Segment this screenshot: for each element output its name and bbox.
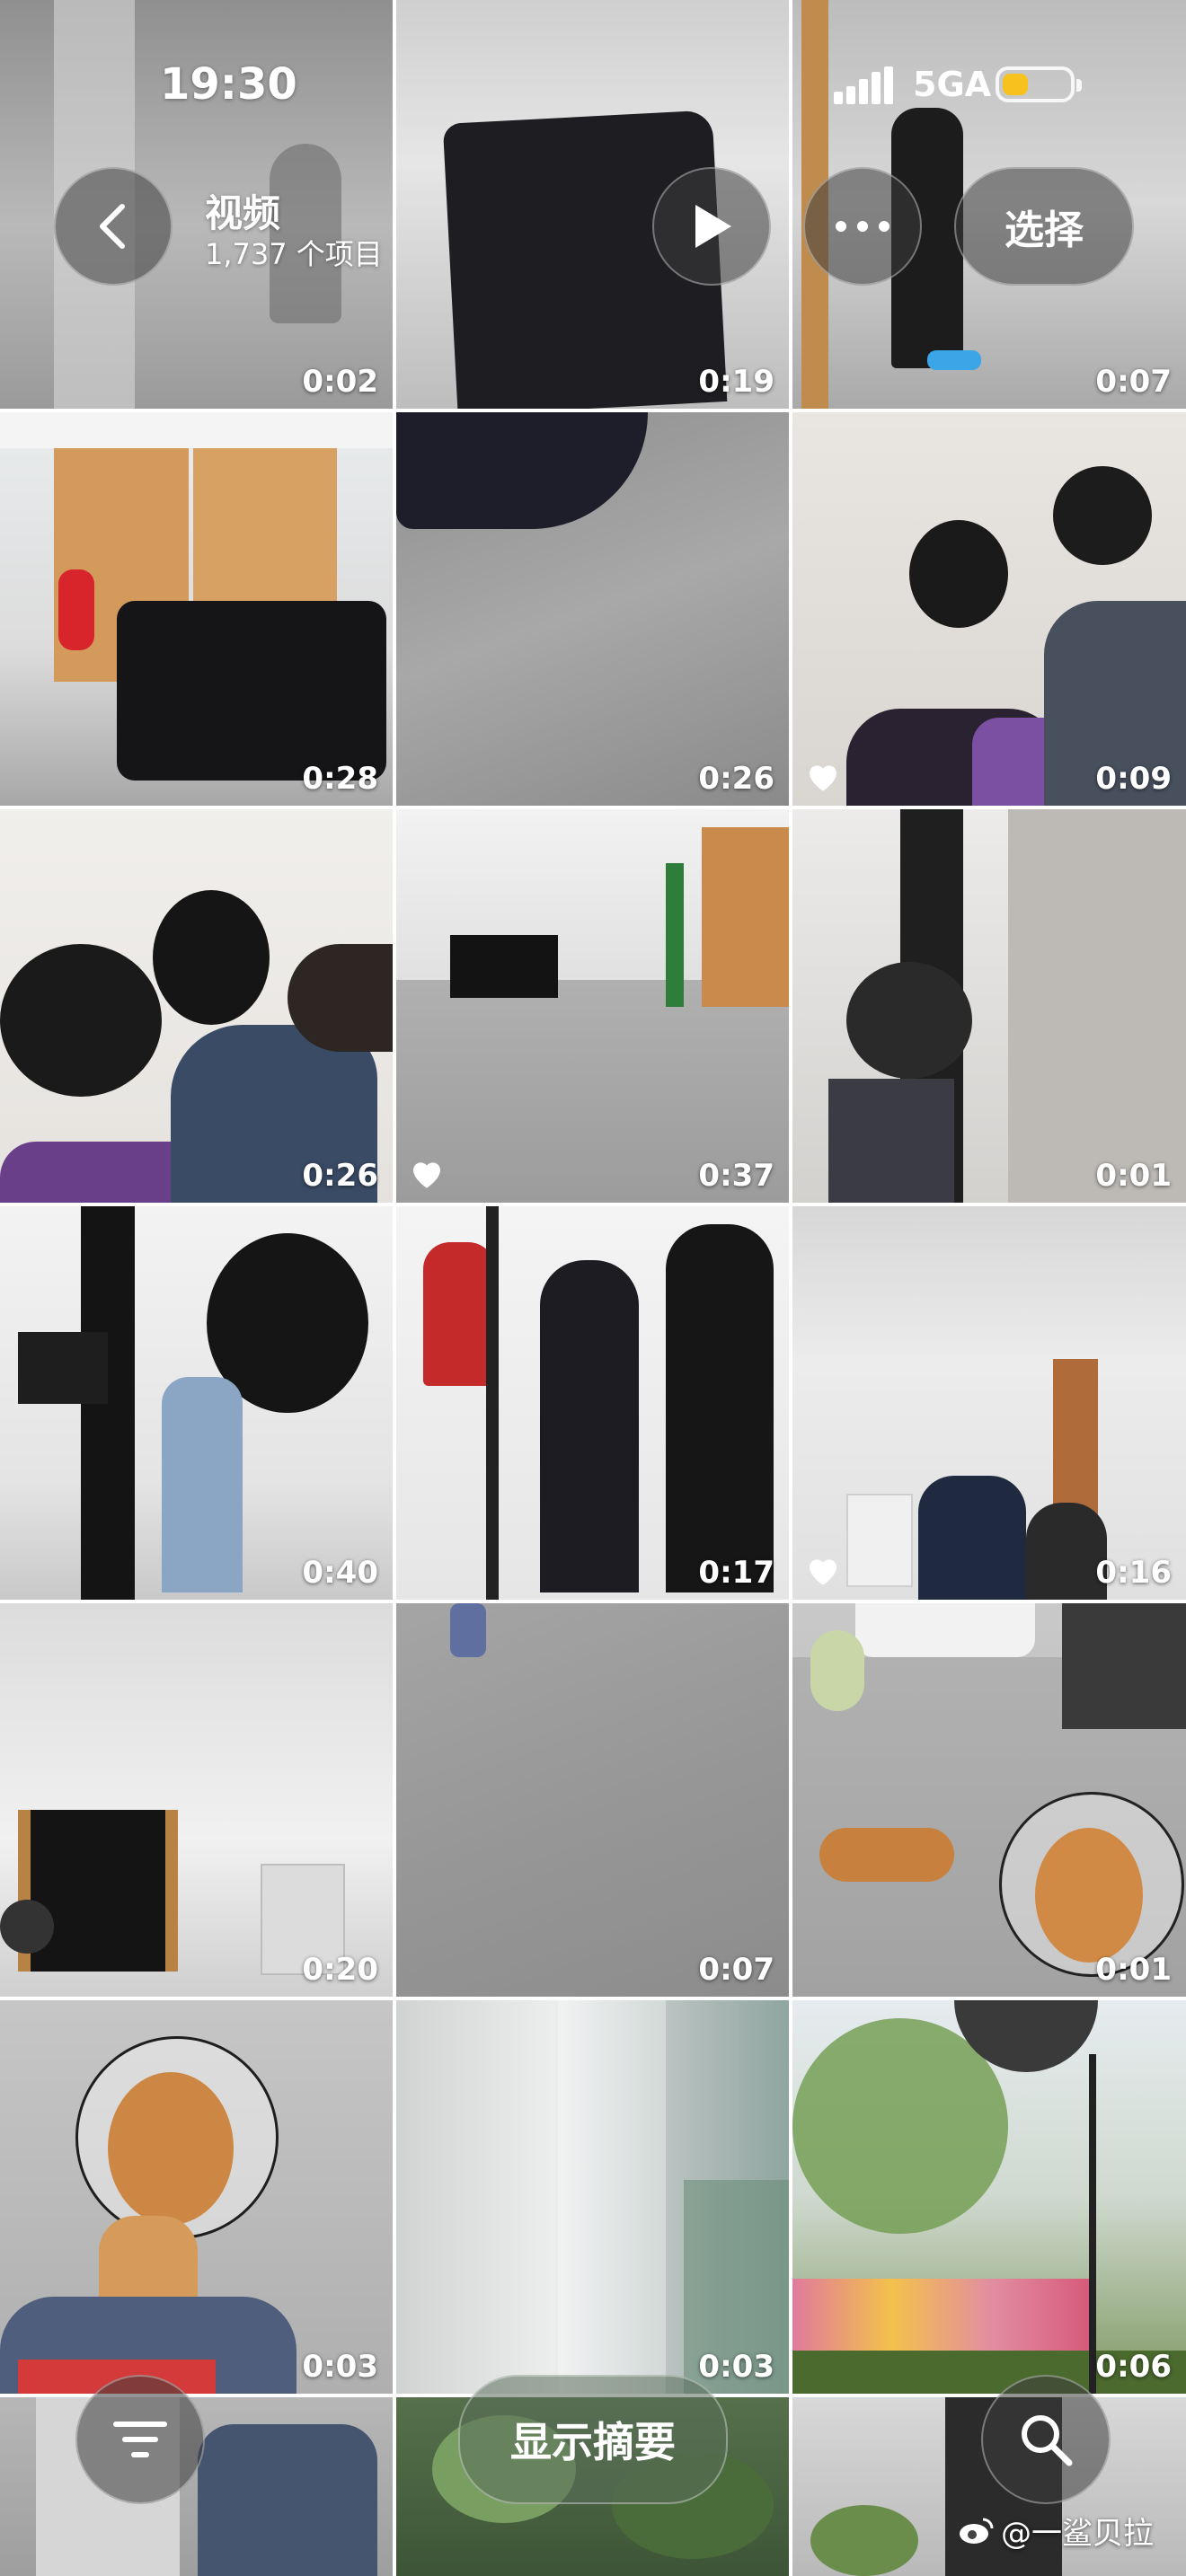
video-duration: 0:06 (1095, 2349, 1172, 2385)
weibo-icon (960, 2518, 994, 2544)
video-duration: 0:19 (698, 364, 774, 400)
show-summary-button[interactable]: 显示摘要 (458, 2375, 728, 2504)
video-duration: 0:01 (1095, 1158, 1172, 1194)
watermark-text: @一鲨贝拉 (1001, 2516, 1154, 2552)
video-duration: 0:07 (1095, 364, 1172, 400)
video-duration: 0:16 (1095, 1555, 1172, 1591)
network-type: 5GA (913, 65, 992, 104)
favorite-heart-icon (413, 1162, 440, 1188)
status-time: 19:30 (160, 59, 297, 110)
video-thumbnail[interactable]: 0:26 (0, 809, 393, 1203)
video-thumbnail[interactable]: 0:20 (0, 1603, 393, 1997)
filter-button[interactable] (75, 2375, 205, 2504)
video-duration: 0:07 (698, 1952, 774, 1988)
video-thumbnail[interactable]: 0:01 (792, 1603, 1186, 1997)
album-title: 视频 (205, 191, 281, 235)
video-duration: 0:37 (698, 1158, 774, 1194)
status-bar: 19:30 5GA (0, 0, 1186, 162)
signal-strength-icon (834, 66, 893, 104)
video-thumbnail[interactable]: 0:09 (792, 412, 1186, 806)
video-duration: 0:26 (698, 761, 774, 797)
video-duration: 0:03 (698, 2349, 774, 2385)
video-thumbnail[interactable]: 0:37 (396, 809, 789, 1203)
select-label: 选择 (1005, 207, 1084, 253)
video-duration: 0:28 (302, 761, 378, 797)
video-thumbnail[interactable]: 0:40 (0, 1206, 393, 1600)
video-thumbnail[interactable]: 0:17 (396, 1206, 789, 1600)
video-duration: 0:09 (1095, 761, 1172, 797)
play-button[interactable] (652, 167, 771, 286)
video-grid: 0:02 0:19 0:07 0:28 0:26 0:09 0:26 0:37 … (0, 0, 1186, 2576)
battery-tip (1076, 79, 1082, 92)
video-thumbnail[interactable]: 0:16 (792, 1206, 1186, 1600)
back-button[interactable] (54, 167, 173, 286)
ellipsis-icon (836, 221, 890, 232)
favorite-heart-icon (810, 765, 836, 791)
video-thumbnail[interactable]: 0:06 (792, 2000, 1186, 2394)
video-thumbnail[interactable]: 0:07 (396, 1603, 789, 1997)
chevron-left-icon (100, 204, 125, 249)
search-button[interactable] (981, 2375, 1111, 2504)
play-icon (695, 205, 731, 248)
search-icon (1022, 2415, 1073, 2466)
favorite-heart-icon (810, 1559, 836, 1585)
show-summary-label: 显示摘要 (510, 2418, 676, 2466)
filter-lines-icon (113, 2422, 167, 2457)
album-item-count: 1,737 个项目 (205, 237, 383, 271)
battery-level (1003, 74, 1028, 95)
video-duration: 0:02 (302, 364, 378, 400)
battery-icon (996, 66, 1082, 102)
select-button[interactable]: 选择 (954, 167, 1134, 286)
video-duration: 0:40 (302, 1555, 378, 1591)
video-duration: 0:01 (1095, 1952, 1172, 1988)
video-duration: 0:20 (302, 1952, 378, 1988)
video-thumbnail[interactable]: 0:28 (0, 412, 393, 806)
video-thumbnail[interactable]: 0:26 (396, 412, 789, 806)
watermark: @一鲨贝拉 (958, 2509, 1154, 2553)
video-thumbnail[interactable]: 0:03 (396, 2000, 789, 2394)
video-thumbnail[interactable]: 0:03 (0, 2000, 393, 2394)
video-duration: 0:26 (302, 1158, 378, 1194)
video-duration: 0:17 (698, 1555, 774, 1591)
more-button[interactable] (803, 167, 922, 286)
video-thumbnail[interactable]: 0:01 (792, 809, 1186, 1203)
video-duration: 0:03 (302, 2349, 378, 2385)
